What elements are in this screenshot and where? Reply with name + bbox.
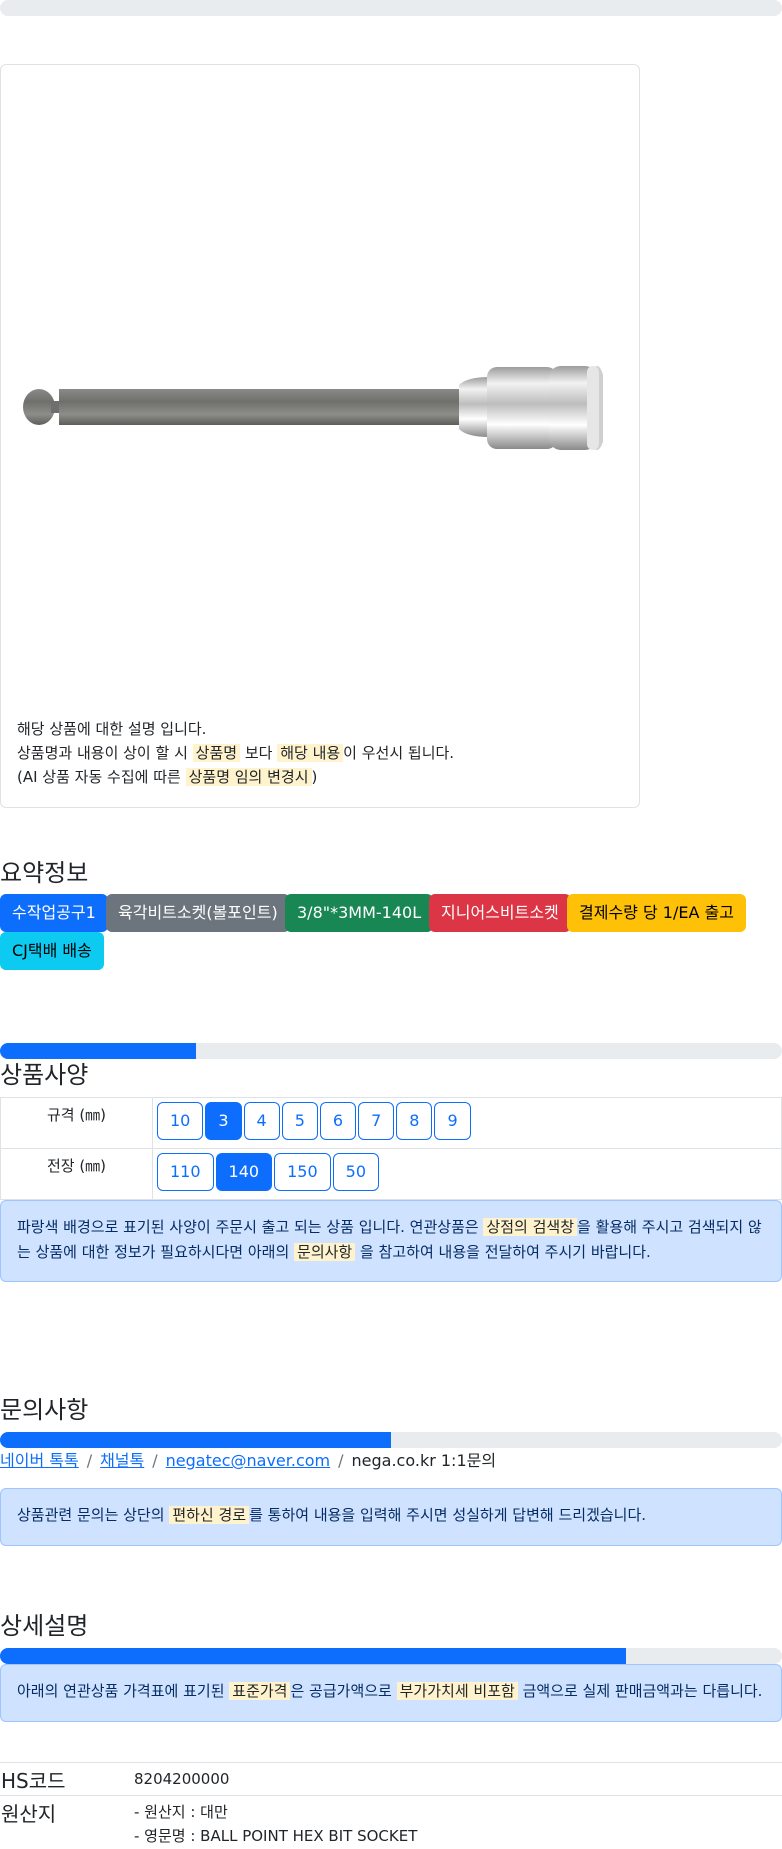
- top-progress-bar: [0, 0, 782, 16]
- badge-delivery: CJ택배 배송: [0, 932, 104, 970]
- link-separator: /: [87, 1451, 92, 1470]
- product-description: 해당 상품에 대한 설명 입니다. 상품명과 내용이 상이 할 시 상품명 보다…: [17, 717, 454, 789]
- option-length-140[interactable]: 140: [216, 1153, 273, 1191]
- email-link[interactable]: negatec@naver.com: [166, 1451, 330, 1470]
- detail-row-origin: 원산지 - 원산지 : 대만 - 영문명 : BALL POINT HEX BI…: [0, 1796, 782, 1849]
- origin-english-name: - 영문명 : BALL POINT HEX BIT SOCKET: [134, 1824, 781, 1848]
- channel-talk-link[interactable]: 채널톡: [100, 1451, 144, 1470]
- website-inquiry-text: nega.co.kr 1:1문의: [352, 1451, 497, 1470]
- highlight-product-name: 상품명: [193, 744, 240, 762]
- detail-value-origin: - 원산지 : 대만 - 영문명 : BALL POINT HEX BIT SO…: [133, 1796, 782, 1849]
- detail-row-hscode: HS코드 8204200000: [0, 1763, 782, 1796]
- link-separator: /: [338, 1451, 343, 1470]
- inquiry-links: 네이버 톡톡 / 채널톡 / negatec@naver.com / nega.co.kr …: [0, 1447, 496, 1471]
- highlight-contact-route: 편하신 경로: [169, 1506, 249, 1524]
- detail-title: 상세설명: [0, 1606, 88, 1641]
- highlight-search-box: 상점의 검색창: [483, 1218, 577, 1236]
- spec-notice: 파랑색 배경으로 표기된 사양이 주문시 출고 되는 상품 입니다. 연관상품은…: [0, 1200, 782, 1282]
- description-line-3: (AI 상품 자동 수집에 따른 상품명 임의 변경시): [17, 765, 454, 789]
- badge-shipping-qty: 결제수량 당 1/EA 출고: [567, 894, 746, 932]
- product-card: 해당 상품에 대한 설명 입니다. 상품명과 내용이 상이 할 시 상품명 보다…: [0, 64, 640, 808]
- spec-title: 상품사양: [0, 1055, 88, 1090]
- description-line-1: 해당 상품에 대한 설명 입니다.: [17, 717, 454, 741]
- naver-talk-link[interactable]: 네이버 톡톡: [0, 1451, 79, 1470]
- spec-row-length: 전장 (㎜) 11014015050: [1, 1149, 782, 1200]
- product-image: [19, 347, 603, 487]
- link-separator: /: [152, 1451, 157, 1470]
- detail-table: HS코드 8204200000 원산지 - 원산지 : 대만 - 영문명 : B…: [0, 1762, 782, 1849]
- spec-options-size: 103456789: [153, 1098, 782, 1149]
- inquiry-progress-fill: [0, 1432, 391, 1448]
- detail-progress-fill: [0, 1648, 626, 1664]
- origin-country: - 원산지 : 대만: [134, 1800, 781, 1824]
- spec-progress-bar: [0, 1043, 782, 1059]
- summary-title: 요약정보: [0, 853, 88, 888]
- description-line-2: 상품명과 내용이 상이 할 시 상품명 보다 해당 내용이 우선시 됩니다.: [17, 741, 454, 765]
- option-size-5[interactable]: 5: [282, 1102, 318, 1140]
- option-length-50[interactable]: 50: [333, 1153, 379, 1191]
- option-size-10[interactable]: 10: [157, 1102, 203, 1140]
- highlight-name-change: 상품명 임의 변경시: [186, 768, 312, 786]
- badge-spec: 3/8"*3MM-140L: [285, 894, 433, 932]
- badge-brand: 지니어스비트소켓: [429, 894, 571, 932]
- option-length-150[interactable]: 150: [274, 1153, 331, 1191]
- detail-progress-bar: [0, 1648, 782, 1664]
- spec-table: 규격 (㎜) 103456789 전장 (㎜) 11014015050: [0, 1097, 782, 1200]
- inquiry-title: 문의사항: [0, 1390, 88, 1425]
- highlight-content: 해당 내용: [277, 744, 343, 762]
- detail-notice: 아래의 연관상품 가격표에 표기된 표준가격은 공급가액으로 부가가치세 비포함…: [0, 1664, 782, 1722]
- option-size-6[interactable]: 6: [320, 1102, 356, 1140]
- inquiry-progress-bar: [0, 1432, 782, 1448]
- spec-label-size: 규격 (㎜): [1, 1098, 153, 1149]
- detail-label-hscode: HS코드: [0, 1763, 133, 1796]
- spec-row-size: 규격 (㎜) 103456789: [1, 1098, 782, 1149]
- badge-product-type: 육각비트소켓(볼포인트): [106, 894, 290, 932]
- option-size-9[interactable]: 9: [434, 1102, 470, 1140]
- badge-category: 수작업공구1: [0, 894, 108, 932]
- option-size-8[interactable]: 8: [396, 1102, 432, 1140]
- highlight-vat-excluded: 부가가치세 비포함: [397, 1682, 518, 1700]
- option-length-110[interactable]: 110: [157, 1153, 214, 1191]
- highlight-standard-price: 표준가격: [229, 1682, 290, 1700]
- detail-value-hscode: 8204200000: [133, 1763, 782, 1796]
- option-size-4[interactable]: 4: [244, 1102, 280, 1140]
- option-size-7[interactable]: 7: [358, 1102, 394, 1140]
- option-size-3[interactable]: 3: [205, 1102, 241, 1140]
- inquiry-notice: 상품관련 문의는 상단의 편하신 경로를 통하여 내용을 입력해 주시면 성실하…: [0, 1488, 782, 1546]
- spec-options-length: 11014015050: [153, 1149, 782, 1200]
- spec-label-length: 전장 (㎜): [1, 1149, 153, 1200]
- detail-label-origin: 원산지: [0, 1796, 133, 1849]
- highlight-inquiry: 문의사항: [294, 1243, 355, 1261]
